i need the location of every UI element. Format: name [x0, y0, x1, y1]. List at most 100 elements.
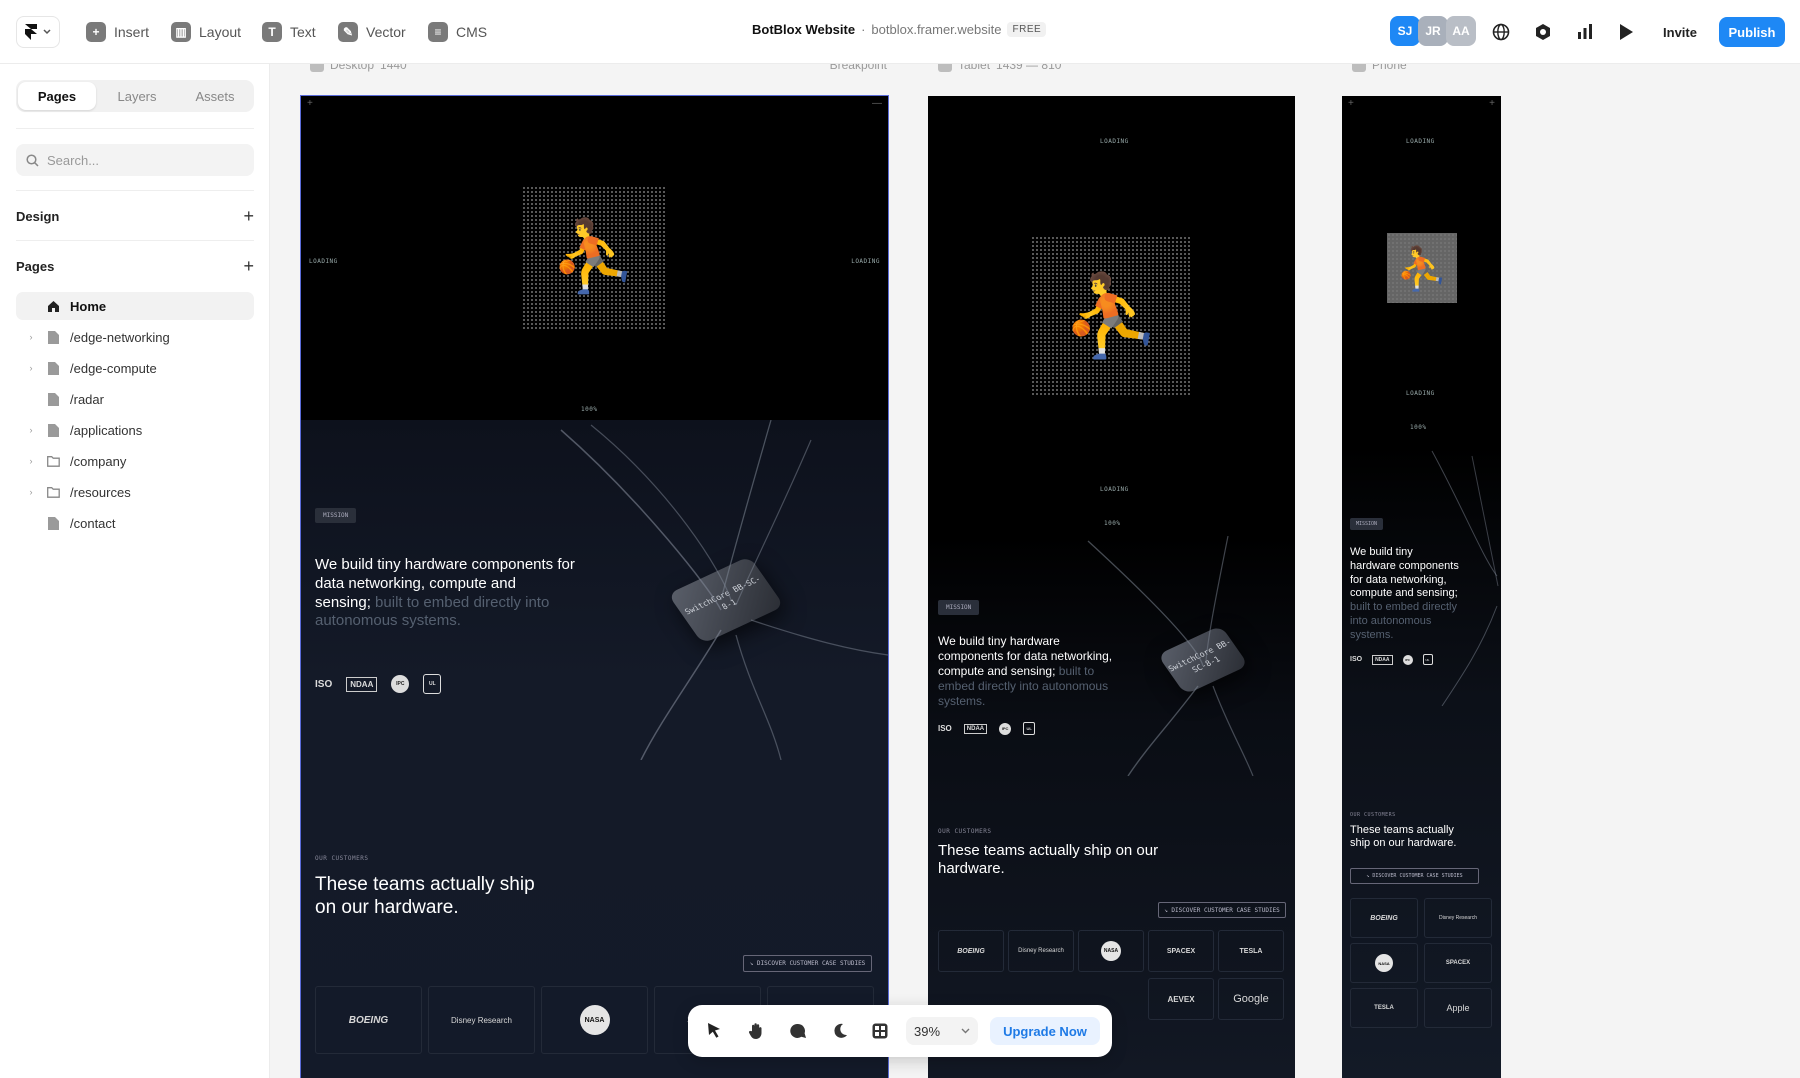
phone-frame[interactable]: + + LOADING ⛹ LOADING 100% MISSION We bu…: [1342, 96, 1501, 1078]
discover-case-studies-button[interactable]: ↘ DISCOVER CUSTOMER CASE STUDIES: [1350, 868, 1479, 884]
ul-badge-icon: UL: [423, 674, 442, 694]
frame-header-desktop[interactable]: Desktop 1440 Breakpoint: [310, 64, 887, 74]
robot-logo-icon: ⛹: [1061, 269, 1161, 362]
layout-label: Layout: [199, 24, 242, 40]
corner-mark: +: [307, 98, 313, 109]
folder-icon: [46, 454, 60, 468]
add-design-icon[interactable]: +: [243, 206, 254, 227]
nasa-logo: NASA: [1350, 943, 1418, 983]
page-label: /contact: [70, 515, 116, 531]
cms-button[interactable]: ≡ CMS: [428, 20, 487, 44]
customers-title: These teams actually ship on our hardwar…: [938, 842, 1159, 877]
chevron-right-icon[interactable]: ›: [24, 332, 38, 342]
publish-button[interactable]: Publish: [1719, 17, 1785, 47]
insert-button[interactable]: + Insert: [86, 20, 149, 44]
iso-badge-icon: ISO: [315, 678, 333, 690]
page-item-company[interactable]: › /company: [16, 447, 254, 475]
nasa-logo-mark: NASA: [1375, 954, 1393, 972]
page-item-resources[interactable]: › /resources: [16, 478, 254, 506]
canvas[interactable]: Desktop 1440 Breakpoint Tablet 1439 — 81…: [270, 64, 1800, 1078]
framer-menu-button[interactable]: [16, 16, 60, 48]
page-icon: [46, 516, 60, 530]
cable-lines: [1431, 450, 1499, 706]
preview-play-icon[interactable]: [1614, 20, 1638, 44]
page-label: /radar: [70, 391, 104, 407]
frame-checkbox-icon[interactable]: [1352, 64, 1366, 72]
frame-header-tablet[interactable]: Tablet 1439 — 810: [938, 64, 1061, 74]
cable-lines: [1087, 536, 1254, 776]
ul-badge-icon: UL: [1422, 654, 1433, 665]
text-icon: T: [262, 22, 282, 42]
avatar[interactable]: AA: [1446, 16, 1476, 46]
spacex-logo: SPACEX: [1424, 943, 1492, 983]
zoom-select[interactable]: 39%: [906, 1017, 978, 1045]
ndaa-badge-icon: NDAA: [346, 676, 378, 692]
frame-header-phone[interactable]: Phone: [1352, 64, 1407, 74]
iso-badge-icon: ISO: [1350, 656, 1363, 663]
loading-label: LOADING: [1406, 138, 1435, 145]
chevron-right-icon[interactable]: ›: [24, 363, 38, 373]
grid-icon[interactable]: [868, 1019, 892, 1043]
pointer-icon[interactable]: [702, 1019, 726, 1043]
page-item-radar[interactable]: /radar: [16, 385, 254, 413]
text-button[interactable]: T Text: [262, 20, 316, 44]
ndaa-badge-icon: NDAA: [1372, 654, 1393, 665]
hand-icon[interactable]: [744, 1019, 768, 1043]
avatar[interactable]: JR: [1418, 16, 1448, 46]
pages-section-header[interactable]: Pages +: [16, 256, 254, 276]
tab-pages[interactable]: Pages: [18, 82, 96, 110]
page-item-home[interactable]: Home: [16, 292, 254, 320]
frame-name: Tablet: [958, 64, 991, 72]
page-label: /company: [70, 453, 127, 469]
settings-icon[interactable]: [1531, 20, 1555, 44]
site-domain: botblox.framer.website: [871, 22, 1002, 37]
vector-label: Vector: [366, 24, 406, 40]
frame-checkbox-icon[interactable]: [938, 64, 952, 72]
plus-square-icon: +: [86, 22, 106, 42]
corner-mark: +: [1348, 98, 1354, 109]
page-item-applications[interactable]: › /applications: [16, 416, 254, 444]
chevron-right-icon[interactable]: ›: [24, 487, 38, 497]
page-item-contact[interactable]: /contact: [16, 509, 254, 537]
text-label: Text: [290, 24, 316, 40]
mission-tag: MISSION: [315, 508, 357, 523]
upgrade-now-button[interactable]: Upgrade Now: [990, 1017, 1100, 1045]
tab-layers[interactable]: Layers: [98, 80, 176, 112]
page-item-edge-compute[interactable]: › /edge-compute: [16, 354, 254, 382]
search-input[interactable]: Search...: [16, 144, 254, 176]
layout-button[interactable]: ▥ Layout: [171, 20, 241, 44]
framer-editor: + Insert ▥ Layout T Text ✎ Vector ≡ CMS …: [0, 0, 1800, 1078]
google-logo: Google: [1218, 978, 1284, 1020]
frame-name: Desktop: [330, 64, 375, 72]
frame-checkbox-icon[interactable]: [310, 64, 324, 72]
project-title[interactable]: BotBlox Website · botblox.framer.website…: [752, 22, 1047, 37]
chevron-right-icon[interactable]: ›: [24, 425, 38, 435]
avatar[interactable]: SJ: [1390, 16, 1420, 46]
insert-label: Insert: [114, 24, 150, 40]
design-section-header[interactable]: Design +: [16, 206, 254, 226]
analytics-icon[interactable]: [1573, 20, 1597, 44]
design-section-label: Design: [16, 208, 60, 224]
customers-label: OUR CUSTOMERS: [315, 855, 369, 862]
invite-button[interactable]: Invite: [1652, 17, 1708, 47]
boeing-logo: BOEING: [938, 930, 1004, 972]
page-label: /applications: [70, 422, 143, 438]
discover-case-studies-button[interactable]: ↘ DISCOVER CUSTOMER CASE STUDIES: [1158, 902, 1286, 918]
globe-icon[interactable]: [1489, 20, 1513, 44]
breakpoint-label[interactable]: Breakpoint: [830, 64, 887, 72]
comment-icon[interactable]: [786, 1019, 810, 1043]
chevron-down-icon: [43, 29, 51, 35]
customers-label: OUR CUSTOMERS: [938, 828, 992, 835]
tablet-frame[interactable]: LOADING ⛹ LOADING 100% + + MISSION We bu…: [928, 96, 1295, 1078]
divider: [16, 128, 254, 129]
page-label: /edge-compute: [70, 360, 157, 376]
chevron-right-icon[interactable]: ›: [24, 456, 38, 466]
add-page-icon[interactable]: +: [243, 256, 254, 277]
desktop-frame[interactable]: + — LOADING LOADING ⛹ 100% MISSION We bu…: [300, 95, 889, 1078]
discover-case-studies-button[interactable]: ↘ DISCOVER CUSTOMER CASE STUDIES: [743, 955, 872, 972]
vector-button[interactable]: ✎ Vector: [338, 20, 406, 44]
page-item-edge-networking[interactable]: › /edge-networking: [16, 323, 254, 351]
loader-percent: 100%: [1410, 424, 1427, 431]
tab-assets[interactable]: Assets: [176, 80, 254, 112]
moon-icon[interactable]: [828, 1019, 852, 1043]
